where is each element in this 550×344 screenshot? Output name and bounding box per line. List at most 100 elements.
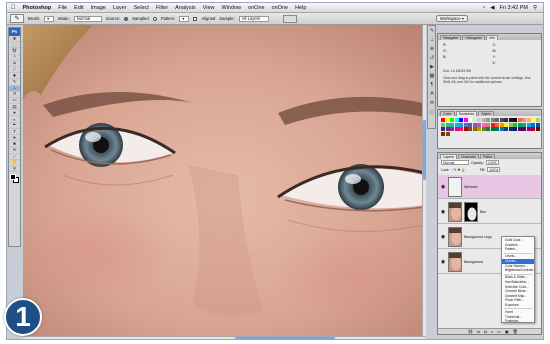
swatch[interactable] <box>481 122 486 127</box>
swatch[interactable] <box>499 127 504 131</box>
swatch[interactable] <box>486 122 490 127</box>
swatch[interactable] <box>472 118 477 122</box>
swatch[interactable] <box>499 122 504 127</box>
swatch[interactable] <box>459 127 463 131</box>
menu-onone[interactable]: onOne <box>248 5 265 11</box>
tab-color[interactable]: Color <box>440 111 455 116</box>
layer-comps-icon[interactable]: ▦ <box>429 73 436 80</box>
swatch[interactable] <box>495 118 499 122</box>
wifi-icon[interactable]: ◔ <box>482 5 485 11</box>
swatch[interactable] <box>517 118 522 122</box>
menu-window[interactable]: Window <box>221 5 241 11</box>
document-canvas[interactable] <box>23 25 425 337</box>
menu-item[interactable]: Exposure... <box>502 303 534 308</box>
new-layer-icon[interactable]: ▣ <box>505 329 509 334</box>
tool-presets-icon[interactable]: ⊥ <box>429 37 436 44</box>
swatch[interactable] <box>499 118 504 122</box>
swatch[interactable] <box>468 122 472 127</box>
menu-analysis[interactable]: Analysis <box>175 5 195 11</box>
tab-navigator[interactable]: Navigator <box>440 35 462 40</box>
tab-info[interactable]: Info <box>485 35 498 40</box>
vertical-scroll-thumb[interactable] <box>423 120 426 180</box>
menu-item[interactable]: Brightness/Contrast... <box>502 268 536 273</box>
color-swatches[interactable] <box>9 172 20 186</box>
swatch[interactable] <box>535 118 540 122</box>
swatch[interactable] <box>504 122 508 127</box>
swatch[interactable] <box>445 127 450 131</box>
swatch[interactable] <box>517 122 522 127</box>
swatch[interactable] <box>472 122 477 127</box>
visibility-eye-icon[interactable]: ◉ <box>440 259 446 265</box>
aligned-checkbox[interactable] <box>193 16 198 21</box>
swatch[interactable] <box>522 118 526 122</box>
menu-onone-2[interactable]: onOne <box>272 5 289 11</box>
palette-well[interactable] <box>282 14 297 23</box>
lock-icons[interactable]: ▫ ✎ ✥ 🔒 <box>451 168 465 172</box>
fill-field[interactable]: 100% <box>487 167 501 172</box>
brushes-icon[interactable]: ✎ <box>429 28 436 35</box>
swatch[interactable] <box>490 118 495 122</box>
tab-swatches[interactable]: Swatches <box>455 111 478 116</box>
menu-file[interactable]: File <box>58 5 67 11</box>
actions-icon[interactable]: ▶ <box>429 64 436 71</box>
swatch[interactable] <box>450 127 454 131</box>
apple-menu-icon[interactable]:  <box>11 5 16 11</box>
new-group-icon[interactable]: ▭ <box>497 329 501 334</box>
history-icon[interactable]: ↺ <box>429 55 436 62</box>
swatch[interactable] <box>504 127 508 131</box>
swatch[interactable] <box>535 122 540 127</box>
volume-icon[interactable]: ◀ <box>490 5 494 11</box>
swatch[interactable] <box>522 122 526 127</box>
swatch[interactable] <box>531 122 535 127</box>
layer-mask-thumbnail[interactable] <box>464 201 478 222</box>
visibility-eye-icon[interactable]: ◉ <box>440 209 446 215</box>
swatch[interactable] <box>477 118 481 122</box>
swatch[interactable] <box>450 122 454 127</box>
swatch[interactable] <box>495 127 499 131</box>
swatch[interactable] <box>526 122 531 127</box>
swatch[interactable] <box>535 127 540 131</box>
swatch[interactable] <box>445 118 450 122</box>
menu-image[interactable]: Image <box>91 5 106 11</box>
tab-styles[interactable]: Styles <box>478 111 494 116</box>
menu-layer[interactable]: Layer <box>113 5 127 11</box>
menu-view[interactable]: View <box>203 5 215 11</box>
swatch[interactable] <box>526 118 531 122</box>
clone-source-icon[interactable]: ⊕ <box>429 46 436 53</box>
menu-item[interactable]: Pattern... <box>502 247 534 252</box>
layer-style-icon[interactable]: fx <box>477 329 480 334</box>
pattern-picker[interactable]: ▾ <box>179 15 190 22</box>
workspace-button[interactable]: Workspace ▾ <box>435 15 468 22</box>
swatch[interactable] <box>468 127 472 131</box>
tab-paths[interactable]: Paths <box>479 154 496 159</box>
swatch[interactable] <box>459 118 463 122</box>
swatch[interactable] <box>508 118 513 122</box>
swatch[interactable] <box>508 127 513 131</box>
info-panel-icon[interactable]: ⓘ <box>429 109 436 116</box>
swatch[interactable] <box>454 122 459 127</box>
paragraph-icon[interactable]: ¶ <box>429 82 436 89</box>
source-pattern-radio[interactable] <box>152 16 157 21</box>
adjustment-layer-icon[interactable]: ◑ <box>491 329 493 334</box>
swatch[interactable] <box>463 122 468 127</box>
swatch[interactable] <box>513 122 517 127</box>
swatch[interactable] <box>459 122 463 127</box>
swatch[interactable] <box>468 118 472 122</box>
swatch[interactable] <box>477 127 481 131</box>
swatch[interactable] <box>441 131 445 136</box>
swatch[interactable] <box>531 127 535 131</box>
visibility-eye-icon[interactable]: ◉ <box>440 234 446 240</box>
swatch[interactable] <box>441 127 445 131</box>
swatch[interactable] <box>454 127 459 131</box>
swatch[interactable] <box>531 118 535 122</box>
swatch[interactable] <box>445 131 450 136</box>
notes-panel-icon[interactable]: ✉ <box>429 100 436 107</box>
swatch[interactable] <box>463 127 468 131</box>
app-menu[interactable]: Photoshop <box>23 5 52 11</box>
link-layers-icon[interactable]: ⛓ <box>468 329 473 334</box>
swatch[interactable] <box>445 122 450 127</box>
swatch[interactable] <box>486 127 490 131</box>
horizontal-scrollbar[interactable] <box>23 336 425 339</box>
swatch[interactable] <box>441 122 445 127</box>
swatch[interactable] <box>508 122 513 127</box>
